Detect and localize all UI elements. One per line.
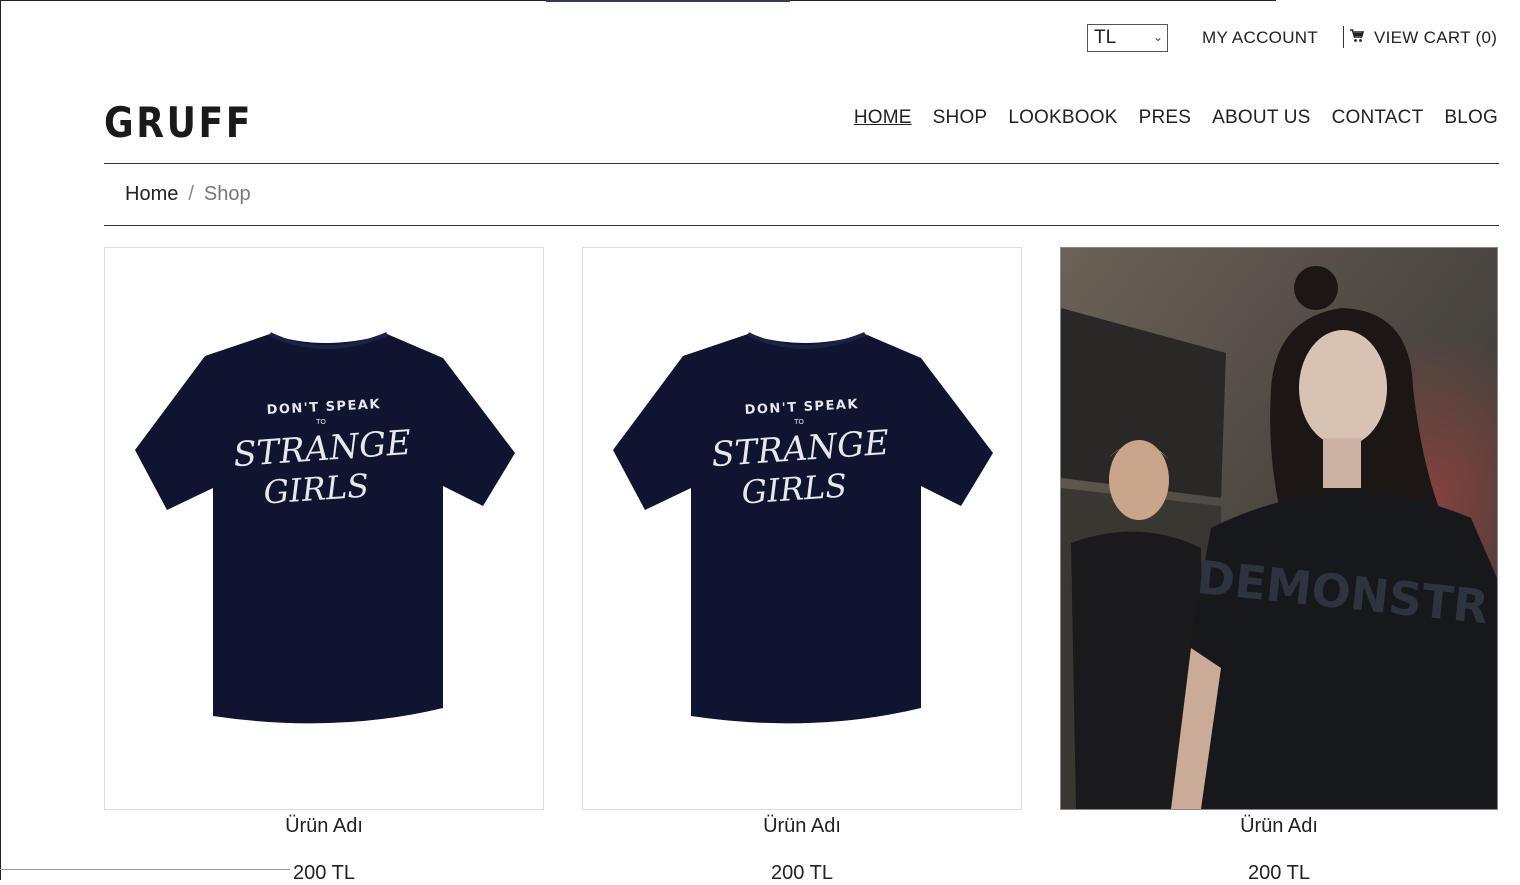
nav-about-us[interactable]: ABOUT US <box>1212 107 1310 129</box>
breadcrumb-current: Shop <box>203 183 251 205</box>
product-image-tshirt[interactable]: DON'T SPEAK TO STRANGE GIRLS <box>582 247 1022 810</box>
cart-icon <box>1350 28 1365 48</box>
main-nav: HOME SHOP LOOKBOOK PRES ABOUT US CONTACT… <box>854 107 1498 129</box>
breadcrumb-rule <box>104 225 1499 226</box>
site-logo[interactable]: GRUFF <box>104 98 253 147</box>
nav-lookbook[interactable]: LOOKBOOK <box>1008 107 1117 129</box>
nav-blog[interactable]: BLOG <box>1444 107 1498 129</box>
topbar-divider <box>1343 26 1344 48</box>
window-border-accent <box>546 0 790 2</box>
tshirt-shape <box>613 334 993 724</box>
product-price: 200 TL <box>1248 862 1310 884</box>
product-card[interactable]: DON'T SPEAK TO STRANGE GIRLS Ürün Adı 20… <box>104 247 544 885</box>
breadcrumb-home[interactable]: Home <box>125 183 178 206</box>
product-price: 200 TL <box>771 862 833 884</box>
photo-woman-neck <box>1323 438 1361 488</box>
product-image-model-photo[interactable]: DEMONSTR <box>1060 247 1498 810</box>
print-line-4: GIRLS <box>740 466 848 511</box>
nav-home[interactable]: HOME <box>854 107 912 129</box>
photo-woman-shirt <box>1181 492 1497 809</box>
product-name[interactable]: Ürün Adı <box>1060 815 1498 838</box>
view-cart-link[interactable]: VIEW CART (0) <box>1350 28 1497 48</box>
print-line-2: TO <box>315 418 326 426</box>
breadcrumb: Home / Shop <box>125 183 251 206</box>
chevron-down-icon: ⌄ <box>1152 30 1163 44</box>
photo-man-head <box>1109 440 1169 520</box>
product-name[interactable]: Ürün Adı <box>104 815 544 838</box>
product-card[interactable]: DON'T SPEAK TO STRANGE GIRLS Ürün Adı 20… <box>582 247 1022 885</box>
product-card[interactable]: DEMONSTR Ürün Adı 200 TL <box>1060 247 1498 885</box>
print-line-4: GIRLS <box>262 466 370 511</box>
product-image-tshirt[interactable]: DON'T SPEAK TO STRANGE GIRLS <box>104 247 544 810</box>
header-rule <box>104 163 1499 164</box>
view-cart-label: VIEW CART (0) <box>1374 28 1498 47</box>
product-price: 200 TL <box>293 862 355 884</box>
nav-pres[interactable]: PRES <box>1139 107 1192 129</box>
product-name[interactable]: Ürün Adı <box>582 815 1022 838</box>
window-border-left <box>0 0 1 880</box>
currency-value: TL <box>1094 27 1117 48</box>
my-account-link[interactable]: MY ACCOUNT <box>1202 28 1318 48</box>
nav-contact[interactable]: CONTACT <box>1332 107 1424 129</box>
breadcrumb-separator: / <box>188 183 194 205</box>
currency-select[interactable]: TL ⌄ <box>1087 24 1168 52</box>
photo-woman-face <box>1299 330 1387 446</box>
print-line-2: TO <box>793 418 804 426</box>
nav-shop[interactable]: SHOP <box>933 107 988 129</box>
photo-woman-bun <box>1294 266 1338 310</box>
tshirt-shape <box>135 334 515 724</box>
